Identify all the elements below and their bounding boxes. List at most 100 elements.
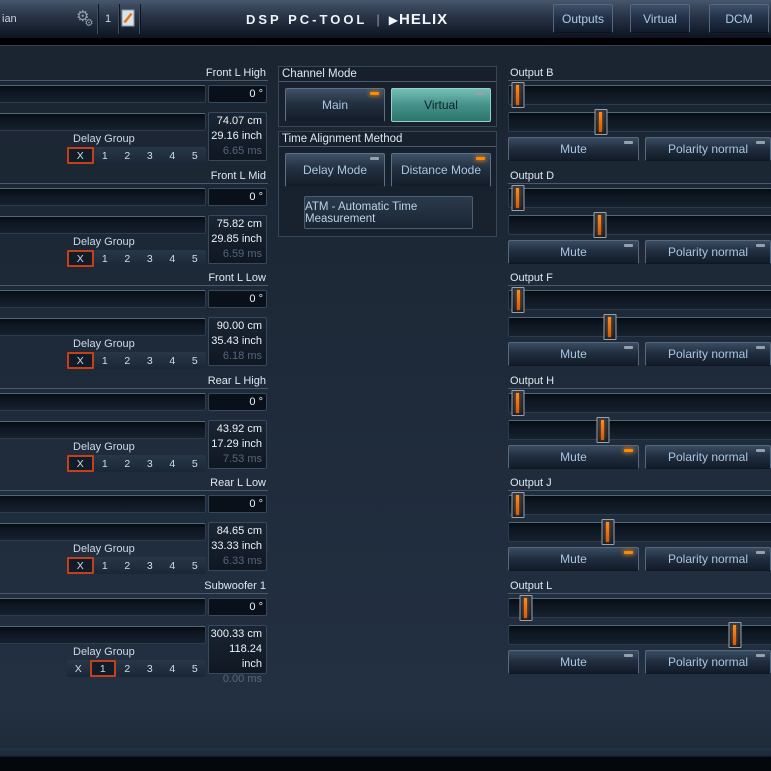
phase-slider[interactable]: [0, 598, 206, 616]
delay-group-4[interactable]: 4: [161, 147, 184, 164]
delay-slider[interactable]: [0, 113, 206, 131]
slider-handle[interactable]: [511, 185, 524, 211]
delay-group-x[interactable]: X: [67, 147, 94, 164]
delay-group-2[interactable]: 2: [116, 557, 139, 574]
slider-handle[interactable]: [511, 390, 524, 416]
delay-group-1[interactable]: 1: [94, 147, 117, 164]
delay-group-5[interactable]: 5: [184, 352, 207, 369]
delay-group-3[interactable]: 3: [139, 557, 162, 574]
delay-group-1[interactable]: 1: [94, 352, 117, 369]
slider-handle[interactable]: [603, 314, 616, 340]
phase-slider[interactable]: [0, 290, 206, 308]
delay-group-x[interactable]: X: [67, 455, 94, 472]
delay-slider[interactable]: [0, 523, 206, 541]
phase-slider[interactable]: [0, 495, 206, 513]
phase-value[interactable]: 0 °: [208, 290, 267, 308]
distance-mode-button[interactable]: Distance Mode: [391, 153, 491, 187]
delay-group-2[interactable]: 2: [116, 660, 139, 677]
output-level-slider[interactable]: [508, 495, 771, 515]
main-mode-button[interactable]: Main: [285, 88, 385, 122]
slider-handle[interactable]: [594, 109, 607, 135]
delay-group-4[interactable]: 4: [161, 455, 184, 472]
output-delay-slider[interactable]: [508, 215, 771, 235]
mute-button[interactable]: Mute: [508, 342, 639, 366]
delay-group-2[interactable]: 2: [116, 352, 139, 369]
delay-group-3[interactable]: 3: [139, 352, 162, 369]
delay-slider[interactable]: [0, 318, 206, 336]
delay-group-3[interactable]: 3: [139, 455, 162, 472]
delay-group-5[interactable]: 5: [184, 660, 207, 677]
phase-slider[interactable]: [0, 188, 206, 206]
delay-group-3[interactable]: 3: [139, 250, 162, 267]
delay-group-1[interactable]: 1: [94, 455, 117, 472]
output-level-slider[interactable]: [508, 290, 771, 310]
delay-group-x[interactable]: X: [67, 660, 90, 677]
atm-button[interactable]: ATM - Automatic Time Measurement: [304, 196, 473, 229]
polarity-button[interactable]: Polarity normal: [645, 137, 771, 161]
mute-button[interactable]: Mute: [508, 137, 639, 161]
delay-group-5[interactable]: 5: [184, 250, 207, 267]
dcm-button[interactable]: DCM: [709, 4, 769, 33]
phase-slider[interactable]: [0, 393, 206, 411]
virtual-mode-button[interactable]: Virtual: [391, 88, 491, 122]
polarity-button[interactable]: Polarity normal: [645, 240, 771, 264]
delay-group-5[interactable]: 5: [184, 455, 207, 472]
delay-group-1[interactable]: 1: [94, 557, 117, 574]
phase-value[interactable]: 0 °: [208, 598, 267, 616]
virtual-button[interactable]: Virtual: [630, 4, 690, 33]
delay-group-3[interactable]: 3: [139, 660, 162, 677]
output-level-slider[interactable]: [508, 85, 771, 105]
output-delay-slider[interactable]: [508, 625, 771, 645]
phase-value[interactable]: 0 °: [208, 495, 267, 513]
delay-slider[interactable]: [0, 626, 206, 644]
output-delay-slider[interactable]: [508, 112, 771, 132]
mute-button[interactable]: Mute: [508, 547, 639, 571]
slider-handle[interactable]: [601, 519, 614, 545]
mute-button[interactable]: Mute: [508, 445, 639, 469]
delay-mode-button[interactable]: Delay Mode: [285, 153, 385, 187]
output-delay-slider[interactable]: [508, 317, 771, 337]
outputs-button[interactable]: Outputs: [553, 4, 613, 33]
delay-group-4[interactable]: 4: [161, 352, 184, 369]
delay-slider[interactable]: [0, 216, 206, 234]
output-level-slider[interactable]: [508, 598, 771, 618]
delay-group-5[interactable]: 5: [184, 147, 207, 164]
phase-value[interactable]: 0 °: [208, 188, 267, 206]
settings-gears-icon[interactable]: ⚙⚙: [76, 7, 98, 25]
slider-handle[interactable]: [593, 212, 606, 238]
delay-group-5[interactable]: 5: [184, 557, 207, 574]
delay-group-2[interactable]: 2: [116, 250, 139, 267]
delay-group-3[interactable]: 3: [139, 147, 162, 164]
delay-group-x[interactable]: X: [67, 557, 94, 574]
slider-handle[interactable]: [512, 287, 525, 313]
output-level-slider[interactable]: [508, 188, 771, 208]
delay-group-4[interactable]: 4: [161, 660, 184, 677]
polarity-button[interactable]: Polarity normal: [645, 342, 771, 366]
slider-handle[interactable]: [596, 417, 609, 443]
delay-group-4[interactable]: 4: [161, 250, 184, 267]
phase-value[interactable]: 0 °: [208, 393, 267, 411]
delay-group-2[interactable]: 2: [116, 147, 139, 164]
slider-handle[interactable]: [511, 82, 524, 108]
delay-slider[interactable]: [0, 421, 206, 439]
delay-group-1[interactable]: 1: [90, 660, 117, 677]
delay-group-x[interactable]: X: [67, 250, 94, 267]
delay-group-4[interactable]: 4: [161, 557, 184, 574]
polarity-button[interactable]: Polarity normal: [645, 445, 771, 469]
mute-button[interactable]: Mute: [508, 240, 639, 264]
delay-group-x[interactable]: X: [67, 352, 94, 369]
mute-button[interactable]: Mute: [508, 650, 639, 674]
slider-handle[interactable]: [728, 622, 741, 648]
output-level-slider[interactable]: [508, 393, 771, 413]
polarity-button[interactable]: Polarity normal: [645, 547, 771, 571]
edit-note-icon[interactable]: [121, 9, 135, 32]
slider-handle[interactable]: [511, 492, 524, 518]
polarity-button[interactable]: Polarity normal: [645, 650, 771, 674]
output-delay-slider[interactable]: [508, 522, 771, 542]
delay-group-2[interactable]: 2: [116, 455, 139, 472]
phase-value[interactable]: 0 °: [208, 85, 267, 103]
delay-group-1[interactable]: 1: [94, 250, 117, 267]
slider-handle[interactable]: [519, 595, 532, 621]
phase-slider[interactable]: [0, 85, 206, 103]
output-delay-slider[interactable]: [508, 420, 771, 440]
